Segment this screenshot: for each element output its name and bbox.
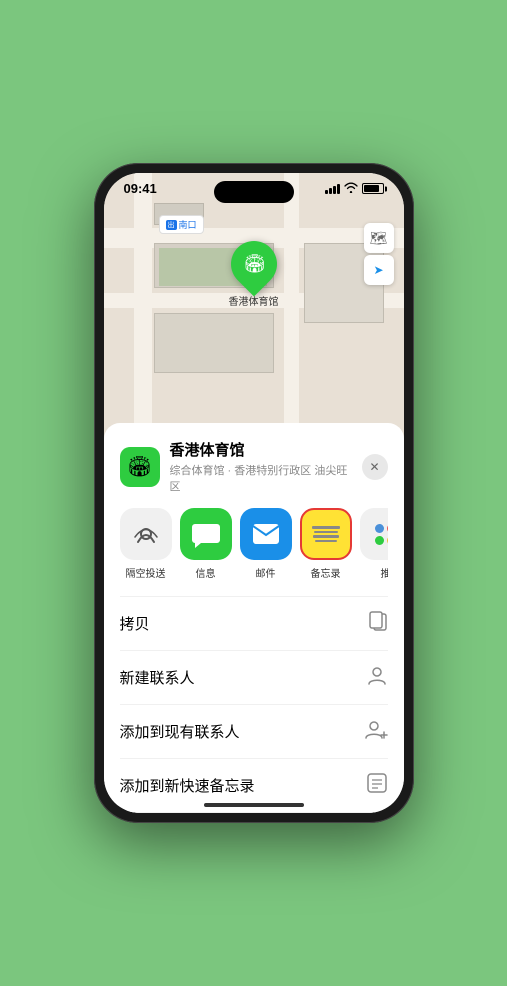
menu-item-add-note-label: 添加到新快速备忘录: [120, 775, 255, 796]
menu-item-copy[interactable]: 拷贝: [120, 597, 388, 651]
messages-icon: [191, 520, 221, 548]
location-pin: 🏟 香港体育馆: [229, 241, 279, 308]
menu-item-new-contact-label: 新建联系人: [120, 667, 195, 688]
wifi-icon: [344, 182, 358, 196]
notes-label: 备忘录: [311, 565, 341, 580]
more-label: 推: [381, 565, 388, 580]
bottom-sheet: 🏟 香港体育馆 综合体育馆 · 香港特别行政区 油尖旺区 ✕: [104, 423, 404, 813]
action-airdrop[interactable]: 隔空投送: [120, 508, 172, 580]
messages-label: 信息: [196, 565, 216, 580]
action-messages[interactable]: 信息: [180, 508, 232, 580]
action-mail[interactable]: 邮件: [240, 508, 292, 580]
action-more[interactable]: 推: [360, 508, 388, 580]
battery-icon: [362, 183, 384, 194]
venue-icon: 🏟: [120, 447, 160, 487]
new-contact-icon: [366, 664, 388, 691]
add-note-icon: [366, 772, 388, 799]
actions-row: 隔空投送 信息: [120, 508, 388, 580]
signal-icon: [325, 184, 340, 194]
menu-list: 拷贝 新建联系人: [120, 596, 388, 813]
phone-frame: 09:41: [94, 163, 414, 823]
status-time: 09:41: [124, 181, 157, 196]
map-type-button[interactable]: 🗺: [364, 223, 394, 253]
venue-subtitle: 综合体育馆 · 香港特别行政区 油尖旺区: [170, 462, 352, 494]
pin-bubble: 🏟: [221, 231, 286, 296]
map-area[interactable]: 南口 🏟 香港体育馆 🗺 ➤: [104, 173, 404, 453]
venue-info: 香港体育馆 综合体育馆 · 香港特别行政区 油尖旺区: [170, 439, 352, 494]
close-button[interactable]: ✕: [362, 454, 388, 480]
add-existing-icon: [364, 718, 388, 745]
airdrop-icon: [132, 520, 160, 548]
map-controls: 🗺 ➤: [364, 223, 394, 285]
home-indicator: [204, 803, 304, 807]
mail-icon: [251, 522, 281, 546]
notes-icon-wrap: [300, 508, 352, 560]
more-icon-wrap: [360, 508, 388, 560]
copy-icon: [368, 610, 388, 637]
menu-item-add-existing-label: 添加到现有联系人: [120, 721, 240, 742]
status-icons: [325, 182, 384, 196]
mail-label: 邮件: [256, 565, 276, 580]
menu-item-new-contact[interactable]: 新建联系人: [120, 651, 388, 705]
phone-screen: 09:41: [104, 173, 404, 813]
venue-name: 香港体育馆: [170, 439, 352, 460]
menu-item-add-existing[interactable]: 添加到现有联系人: [120, 705, 388, 759]
dynamic-island: [214, 181, 294, 203]
airdrop-icon-wrap: [120, 508, 172, 560]
location-button[interactable]: ➤: [364, 255, 394, 285]
pin-inner: 🏟: [242, 254, 265, 275]
action-notes[interactable]: 备忘录: [300, 508, 352, 580]
menu-item-copy-label: 拷贝: [120, 613, 150, 634]
mail-icon-wrap: [240, 508, 292, 560]
airdrop-label: 隔空投送: [126, 565, 166, 580]
sheet-header: 🏟 香港体育馆 综合体育馆 · 香港特别行政区 油尖旺区 ✕: [120, 439, 388, 494]
messages-icon-wrap: [180, 508, 232, 560]
location-label: 南口: [159, 215, 204, 234]
